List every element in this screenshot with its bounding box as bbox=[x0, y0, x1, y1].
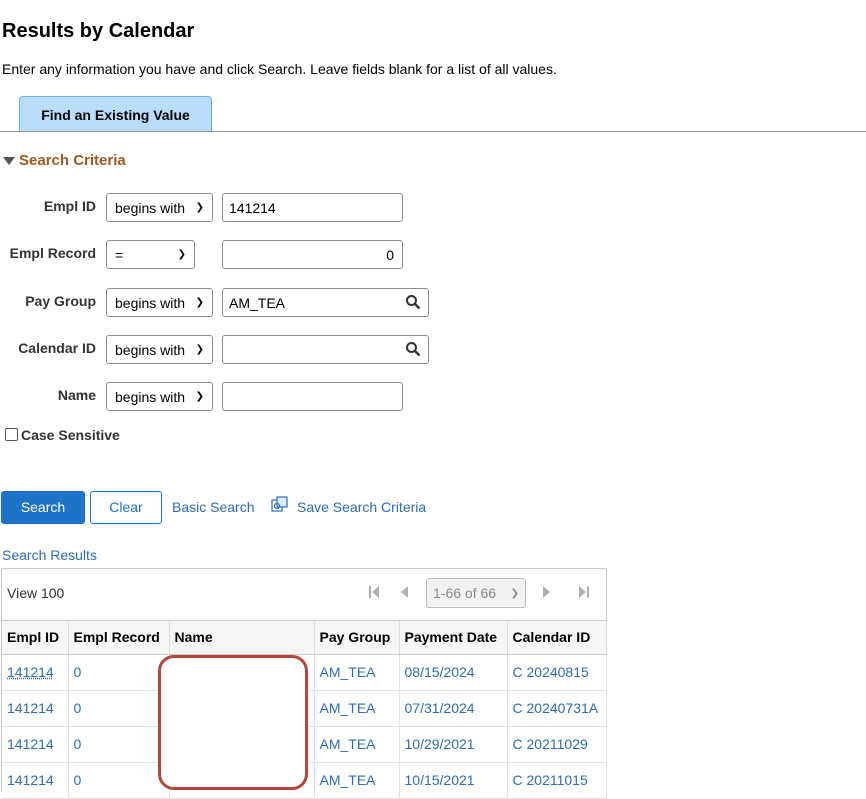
search-results-heading: Search Results bbox=[2, 547, 97, 563]
case-sensitive-label: Case Sensitive bbox=[21, 427, 120, 443]
cell-empl-record[interactable]: 0 bbox=[68, 690, 170, 727]
empl-id-input-value: 141214 bbox=[229, 199, 276, 216]
search-criteria-toggle[interactable]: Search Criteria bbox=[3, 152, 126, 169]
pay-group-label: Pay Group bbox=[25, 293, 96, 309]
cell-payment-date[interactable]: 07/31/2024 bbox=[399, 690, 508, 727]
chevron-down-icon: ❯ bbox=[195, 391, 204, 402]
name-operator-value: begins with bbox=[115, 388, 186, 405]
search-icon[interactable] bbox=[405, 341, 421, 360]
empl-id-input[interactable]: 141214 bbox=[222, 193, 403, 222]
page-instructions: Enter any information you have and click… bbox=[2, 61, 557, 77]
empl-record-input[interactable]: 0 bbox=[222, 240, 403, 269]
column-header-name[interactable]: Name bbox=[169, 621, 315, 655]
name-operator-select[interactable]: begins with ❯ bbox=[106, 382, 213, 411]
empl-record-input-value: 0 bbox=[386, 246, 394, 263]
pay-group-input[interactable]: AM_TEA bbox=[222, 288, 429, 317]
cell-empl-id[interactable]: 141214 bbox=[2, 762, 69, 799]
save-search-criteria-link[interactable]: Save Search Criteria bbox=[297, 499, 426, 515]
results-header-row: Empl ID Empl Record Name Pay Group Payme… bbox=[2, 621, 607, 655]
cell-empl-id[interactable]: 141214 bbox=[2, 726, 69, 763]
empl-record-label: Empl Record bbox=[9, 245, 96, 261]
basic-search-link[interactable]: Basic Search bbox=[172, 499, 254, 515]
next-page-icon[interactable] bbox=[542, 585, 552, 602]
pay-group-input-value: AM_TEA bbox=[229, 294, 286, 311]
chevron-down-icon: ❯ bbox=[195, 344, 204, 355]
chevron-down-icon: ❯ bbox=[195, 297, 204, 308]
search-criteria-heading: Search Criteria bbox=[19, 152, 126, 169]
cell-empl-id[interactable]: 141214 bbox=[2, 654, 69, 691]
page-range-select[interactable]: 1-66 of 66 ❯ bbox=[426, 578, 526, 608]
case-sensitive-checkbox[interactable] bbox=[5, 428, 18, 441]
cell-empl-record[interactable]: 0 bbox=[68, 762, 170, 799]
cell-pay-group[interactable]: AM_TEA bbox=[314, 690, 400, 727]
cell-calendar-id[interactable]: C 20211015 bbox=[507, 762, 607, 799]
column-header-pay-group[interactable]: Pay Group bbox=[314, 621, 400, 655]
first-page-icon[interactable] bbox=[368, 585, 380, 602]
empl-id-label: Empl ID bbox=[43, 198, 96, 214]
pay-group-operator-select[interactable]: begins with ❯ bbox=[106, 288, 213, 317]
empl-record-operator-value: = bbox=[115, 246, 124, 263]
name-label: Name bbox=[57, 387, 96, 403]
cell-empl-record[interactable]: 0 bbox=[68, 654, 170, 691]
calendar-id-operator-select[interactable]: begins with ❯ bbox=[106, 335, 213, 364]
name-input[interactable] bbox=[222, 382, 403, 411]
cell-empl-record[interactable]: 0 bbox=[68, 726, 170, 763]
chevron-down-icon: ❯ bbox=[195, 202, 204, 213]
cell-payment-date[interactable]: 08/15/2024 bbox=[399, 654, 508, 691]
tab-find-existing-value[interactable]: Find an Existing Value bbox=[19, 96, 212, 132]
empl-id-operator-value: begins with bbox=[115, 199, 186, 216]
cell-calendar-id[interactable]: C 20240815 bbox=[507, 654, 607, 691]
tab-divider bbox=[0, 131, 866, 132]
column-header-empl-id[interactable]: Empl ID bbox=[2, 621, 69, 655]
search-icon[interactable] bbox=[405, 294, 421, 313]
clear-button[interactable]: Clear bbox=[90, 491, 162, 524]
redaction-box bbox=[158, 655, 308, 790]
cell-empl-id[interactable]: 141214 bbox=[2, 690, 69, 727]
cell-pay-group[interactable]: AM_TEA bbox=[314, 654, 400, 691]
cell-payment-date[interactable]: 10/15/2021 bbox=[399, 762, 508, 799]
column-header-calendar-id[interactable]: Calendar ID bbox=[507, 621, 607, 655]
empl-id-operator-select[interactable]: begins with ❯ bbox=[106, 193, 213, 222]
pay-group-operator-value: begins with bbox=[115, 294, 186, 311]
empl-record-operator-select[interactable]: = ❯ bbox=[106, 240, 195, 269]
search-button[interactable]: Search bbox=[1, 491, 85, 524]
column-header-payment-date[interactable]: Payment Date bbox=[399, 621, 508, 655]
column-header-empl-record[interactable]: Empl Record bbox=[68, 621, 170, 655]
calendar-id-operator-value: begins with bbox=[115, 341, 186, 358]
cell-pay-group[interactable]: AM_TEA bbox=[314, 762, 400, 799]
cell-calendar-id[interactable]: C 20240731A bbox=[507, 690, 607, 727]
last-page-icon[interactable] bbox=[578, 585, 590, 602]
chevron-down-icon: ❯ bbox=[510, 587, 519, 599]
calendar-id-input[interactable] bbox=[222, 335, 429, 364]
chevron-down-icon: ❯ bbox=[177, 249, 186, 260]
save-search-icon[interactable] bbox=[271, 496, 288, 517]
view-100-link[interactable]: View 100 bbox=[7, 585, 64, 601]
cell-calendar-id[interactable]: C 20211029 bbox=[507, 726, 607, 763]
page-range-value: 1-66 of 66 bbox=[433, 585, 497, 601]
cell-payment-date[interactable]: 10/29/2021 bbox=[399, 726, 508, 763]
cell-pay-group[interactable]: AM_TEA bbox=[314, 726, 400, 763]
calendar-id-label: Calendar ID bbox=[18, 340, 96, 356]
previous-page-icon[interactable] bbox=[399, 585, 409, 602]
page-title: Results by Calendar bbox=[2, 20, 195, 42]
collapse-triangle-icon bbox=[3, 156, 15, 165]
